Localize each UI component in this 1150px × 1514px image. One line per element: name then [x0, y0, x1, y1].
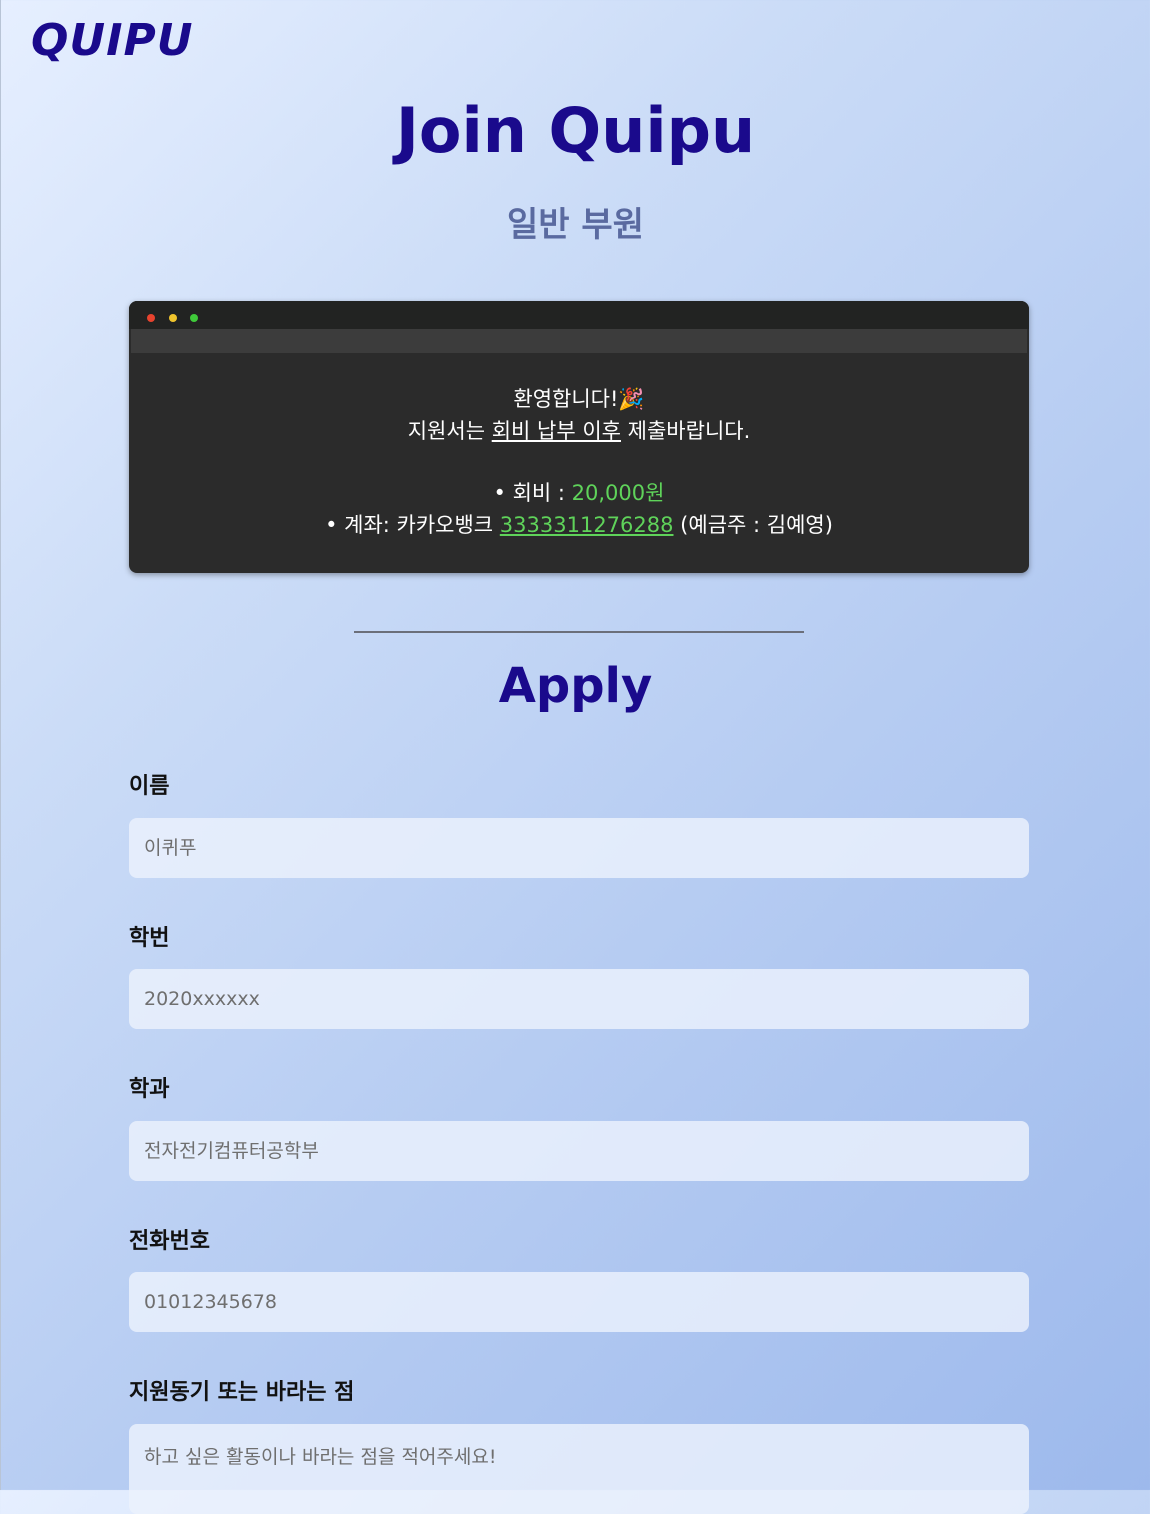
page-subtitle: 일반 부원 [507, 205, 644, 245]
terminal-titlebar [129, 301, 1029, 329]
name-label: 이름 [129, 774, 170, 799]
close-dot-icon [147, 314, 155, 322]
name-input[interactable] [129, 818, 1029, 878]
motivation-label: 지원동기 또는 바라는 점 [129, 1380, 355, 1405]
phone-label: 전화번호 [129, 1229, 210, 1254]
department-input[interactable] [129, 1121, 1029, 1181]
welcome-text: 환영합니다!🎉 [513, 387, 645, 411]
fee-value: 20,000원 [571, 481, 665, 505]
notice-terminal-window: 환영합니다!🎉 지원서는 회비 납부 이후 제출바랍니다. • 회비 : 20,… [129, 301, 1029, 573]
submission-notice-prefix: 지원서는 [407, 419, 492, 443]
account-number-link[interactable]: 3333311276288 [500, 513, 674, 537]
submission-notice-suffix: 제출바랍니다. [620, 419, 751, 443]
apply-title: Apply [498, 658, 653, 714]
page-title: Join Quipu [395, 94, 756, 167]
phone-input[interactable] [129, 1272, 1029, 1332]
student-id-input[interactable] [129, 969, 1029, 1029]
notice-body: 환영합니다!🎉 지원서는 회비 납부 이후 제출바랍니다. • 회비 : 20,… [129, 353, 1029, 541]
fee-info: • 회비 : 20,000원 [129, 477, 1029, 509]
minimize-dot-icon [169, 314, 177, 322]
student-id-label: 학번 [129, 926, 170, 951]
submission-notice-emphasis: 회비 납부 이후 [491, 419, 621, 443]
department-label: 학과 [129, 1077, 170, 1102]
maximize-dot-icon [190, 314, 198, 322]
account-holder: (예금주 : 김예영) [673, 513, 833, 537]
fee-label: • 회비 : [493, 481, 572, 505]
account-label: • 계좌: 카카오뱅크 [325, 513, 500, 537]
submission-notice: 지원서는 회비 납부 이후 제출바랍니다. [129, 415, 1029, 447]
section-divider [354, 631, 804, 633]
account-info: • 계좌: 카카오뱅크 3333311276288 (예금주 : 김예영) [129, 509, 1029, 541]
motivation-textarea[interactable] [129, 1424, 1029, 1514]
quipu-logo[interactable]: QUIPU [31, 16, 193, 66]
terminal-toolbar [131, 329, 1027, 353]
